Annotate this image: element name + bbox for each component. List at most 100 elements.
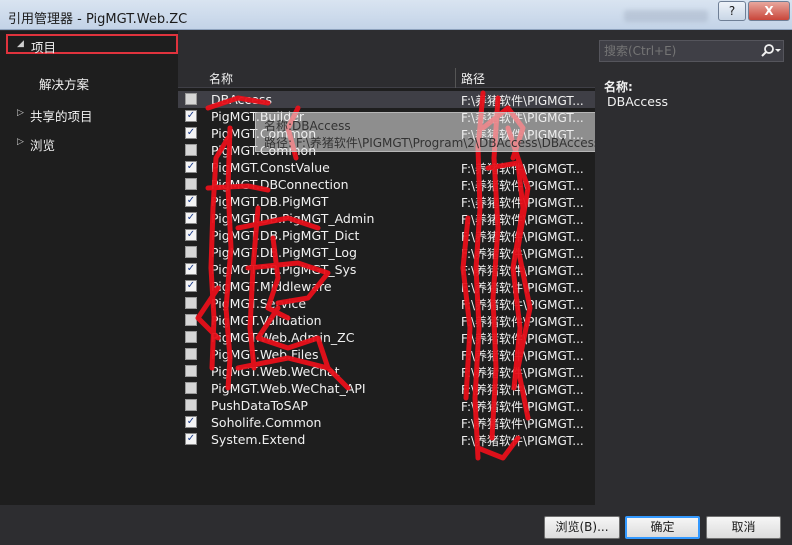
row-name: PigMGT.DBConnection xyxy=(211,177,349,192)
row-name: System.Extend xyxy=(211,432,306,447)
sidebar-item-solution[interactable]: 解决方案 xyxy=(0,72,178,92)
row-path: F:\养猪软件\PIGMGT... xyxy=(461,298,584,312)
table-row[interactable]: ✓ PigMGT.DB.PigMGT_Admin F:\养猪软件\PIGMGT... xyxy=(178,210,595,227)
row-name: Soholife.Common xyxy=(211,415,322,430)
row-name: PigMGT.Web.Admin_ZC xyxy=(211,330,355,345)
details-name-label: 名称: xyxy=(604,80,633,94)
row-path: F:\养猪软件\PIGMGT... xyxy=(461,230,584,244)
row-path: F:\养猪软件\PIGMGT... xyxy=(461,94,584,108)
row-name: PigMGT.Web.WeChat xyxy=(211,364,340,379)
sidebar-item-label: 共享的项目 xyxy=(30,109,93,124)
row-path: F:\养猪软件\PIGMGT... xyxy=(461,349,584,363)
help-button[interactable]: ? xyxy=(718,1,746,21)
table-row[interactable]: ✓ PigMGT.Middleware F:\养猪软件\PIGMGT... xyxy=(178,278,595,295)
table-row[interactable]: ✓ PigMGT.DB.PigMGT_Dict F:\养猪软件\PIGMGT... xyxy=(178,227,595,244)
row-checkbox[interactable]: ✓ xyxy=(185,110,197,122)
row-checkbox[interactable]: ✓ xyxy=(185,212,197,224)
cancel-button[interactable]: 取消 xyxy=(706,516,781,539)
row-name: PigMGT.ConstValue xyxy=(211,160,330,175)
row-checkbox[interactable] xyxy=(185,297,197,309)
row-path: F:\养猪软件\PIGMGT... xyxy=(461,417,584,431)
row-path: F:\养猪软件\PIGMGT... xyxy=(461,400,584,414)
row-checkbox[interactable]: ✓ xyxy=(185,433,197,445)
table-row[interactable]: ✓ System.Extend F:\养猪软件\PIGMGT... xyxy=(178,431,595,448)
row-checkbox[interactable] xyxy=(185,93,197,105)
row-name: PigMGT.Service xyxy=(211,296,307,311)
row-checkbox[interactable] xyxy=(185,382,197,394)
window-title: 引用管理器 - PigMGT.Web.ZC xyxy=(8,12,188,27)
sidebar-item-label: 项目 xyxy=(31,40,57,55)
row-path: F:\养猪软件\PIGMGT... xyxy=(461,332,584,346)
search-box xyxy=(599,40,784,62)
row-name: PigMGT.Validation xyxy=(211,313,322,328)
row-checkbox[interactable]: ✓ xyxy=(185,229,197,241)
row-name: PigMGT.DB.PigMGT xyxy=(211,194,329,209)
table-row[interactable]: PushDataToSAP F:\养猪软件\PIGMGT... xyxy=(178,397,595,414)
row-checkbox[interactable] xyxy=(185,348,197,360)
row-checkbox[interactable] xyxy=(185,399,197,411)
row-checkbox[interactable] xyxy=(185,246,197,258)
close-button[interactable]: X xyxy=(748,1,790,21)
search-input[interactable] xyxy=(600,41,758,61)
column-divider[interactable] xyxy=(455,68,456,88)
row-checkbox[interactable]: ✓ xyxy=(185,280,197,292)
row-checkbox[interactable]: ✓ xyxy=(185,161,197,173)
tooltip-name: 名称:DBAccess xyxy=(264,119,351,133)
row-path: F:\养猪软件\PIGMGT... xyxy=(461,179,584,193)
browse-button[interactable]: 浏览(B)... xyxy=(544,516,620,539)
sidebar-item-projects[interactable]: ◢ 项目 xyxy=(6,34,178,55)
row-name: PigMGT.Web.WeChat_API xyxy=(211,381,366,396)
row-checkbox[interactable]: ✓ xyxy=(185,127,197,139)
row-checkbox[interactable] xyxy=(185,178,197,190)
table-row[interactable]: PigMGT.Web.Admin_ZC F:\养猪软件\PIGMGT... xyxy=(178,329,595,346)
table-row[interactable]: ✓ PigMGT.ConstValue F:\养猪软件\PIGMGT... xyxy=(178,159,595,176)
row-path: F:\养猪软件\PIGMGT... xyxy=(461,315,584,329)
table-row[interactable]: ✓ PigMGT.DB.PigMGT_Sys F:\养猪软件\PIGMGT... xyxy=(178,261,595,278)
table-row[interactable]: PigMGT.Web.WeChat_API F:\养猪软件\PIGMGT... xyxy=(178,380,595,397)
blurred-background xyxy=(624,10,708,22)
row-name: DBAccess xyxy=(211,92,272,107)
row-name: PigMGT.Middleware xyxy=(211,279,332,294)
table-row[interactable]: PigMGT.Web.WeChat F:\养猪软件\PIGMGT... xyxy=(178,363,595,380)
expanded-arrow-icon: ◢ xyxy=(17,39,24,49)
sidebar-item-label: 浏览 xyxy=(30,138,56,153)
row-name: PigMGT.Web.Files xyxy=(211,347,319,362)
table-row[interactable]: PigMGT.Validation F:\养猪软件\PIGMGT... xyxy=(178,312,595,329)
details-panel: 名称: DBAccess xyxy=(595,31,792,505)
tooltip-path: 路径: F:\养猪软件\PIGMGT\Program\2\DBAccess\DB… xyxy=(264,136,640,150)
table-row[interactable]: ✓ Soholife.Common F:\养猪软件\PIGMGT... xyxy=(178,414,595,431)
table-row[interactable]: PigMGT.Web.Files F:\养猪软件\PIGMGT... xyxy=(178,346,595,363)
row-path: F:\养猪软件\PIGMGT... xyxy=(461,434,584,448)
table-row[interactable]: PigMGT.DB.PigMGT_Log F:\养猪软件\PIGMGT... xyxy=(178,244,595,261)
details-name-value: DBAccess xyxy=(607,94,668,109)
row-path: F:\养猪软件\PIGMGT... xyxy=(461,366,584,380)
row-path: F:\养猪软件\PIGMGT... xyxy=(461,247,584,261)
row-path: F:\养猪软件\PIGMGT... xyxy=(461,213,584,227)
table-row[interactable]: ✓ PigMGT.DB.PigMGT F:\养猪软件\PIGMGT... xyxy=(178,193,595,210)
row-checkbox[interactable] xyxy=(185,314,197,326)
column-header-name[interactable]: 名称 xyxy=(209,70,233,87)
row-checkbox[interactable]: ✓ xyxy=(185,416,197,428)
row-checkbox[interactable] xyxy=(185,331,197,343)
sidebar-item-browse[interactable]: ▷ 浏览 xyxy=(0,133,178,153)
search-icon[interactable] xyxy=(760,43,782,59)
row-name: PigMGT.DB.PigMGT_Admin xyxy=(211,211,375,226)
row-name: PigMGT.DB.PigMGT_Log xyxy=(211,245,357,260)
row-checkbox[interactable]: ✓ xyxy=(185,263,197,275)
row-path: F:\养猪软件\PIGMGT... xyxy=(461,383,584,397)
row-name: PushDataToSAP xyxy=(211,398,308,413)
ok-button[interactable]: 确定 xyxy=(625,516,700,539)
table-row[interactable]: PigMGT.DBConnection F:\养猪软件\PIGMGT... xyxy=(178,176,595,193)
column-header-path[interactable]: 路径 xyxy=(461,70,485,87)
collapsed-arrow-icon: ▷ xyxy=(17,108,24,118)
sidebar-item-label: 解决方案 xyxy=(39,77,90,92)
row-name: PigMGT.DB.PigMGT_Dict xyxy=(211,228,360,243)
sidebar: ◢ 项目 解决方案 ▷ 共享的项目 ▷ 浏览 xyxy=(0,31,178,505)
sidebar-item-shared-projects[interactable]: ▷ 共享的项目 xyxy=(0,104,178,124)
table-row[interactable]: DBAccess F:\养猪软件\PIGMGT... xyxy=(178,91,595,108)
row-checkbox[interactable] xyxy=(185,365,197,377)
row-checkbox[interactable]: ✓ xyxy=(185,195,197,207)
row-checkbox[interactable] xyxy=(185,144,197,156)
table-row[interactable]: PigMGT.Service F:\养猪软件\PIGMGT... xyxy=(178,295,595,312)
row-path: F:\养猪软件\PIGMGT... xyxy=(461,162,584,176)
